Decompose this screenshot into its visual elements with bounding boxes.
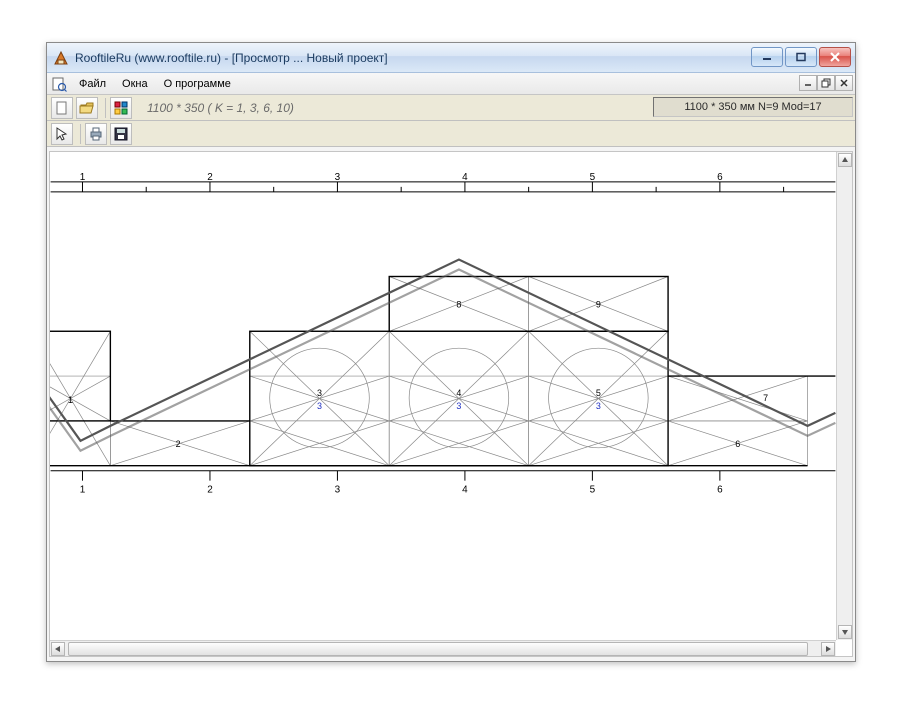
svg-text:3: 3 [317, 388, 322, 398]
new-file-icon [54, 100, 70, 116]
svg-text:7: 7 [763, 393, 768, 403]
ruler-b4: 4 [462, 485, 468, 496]
dimensions-label: 1100 * 350 ( K = 1, 3, 6, 10) [147, 101, 294, 115]
pointer-tool-button[interactable] [51, 123, 73, 145]
cursor-icon [54, 126, 70, 142]
menu-windows[interactable]: Окна [114, 76, 156, 92]
ruler-bottom: 1 2 3 4 5 6 [51, 471, 836, 496]
svg-text:4: 4 [456, 388, 461, 398]
tile-7: 7 [668, 376, 807, 421]
scroll-down-button[interactable] [838, 625, 852, 639]
minimize-button[interactable] [751, 47, 783, 67]
close-button[interactable] [819, 47, 851, 67]
ruler-b6: 6 [717, 485, 723, 496]
svg-text:1: 1 [68, 395, 73, 405]
status-text: 1100 * 350 мм N=9 Mod=17 [684, 101, 821, 113]
tile-settings-button[interactable] [110, 97, 132, 119]
print-button[interactable] [85, 123, 107, 145]
ruler-b1: 1 [80, 485, 86, 496]
scroll-up-button[interactable] [838, 153, 852, 167]
ruler-t5: 5 [590, 172, 596, 183]
status-panel: 1100 * 350 мм N=9 Mod=17 [653, 97, 853, 117]
ruler-t3: 3 [335, 172, 341, 183]
scroll-thumb[interactable] [68, 642, 808, 656]
toolbar-main: 1100 * 350 ( K = 1, 3, 6, 10) 1100 * 350… [47, 95, 855, 121]
tile-6: 6 [668, 421, 807, 466]
svg-text:3: 3 [596, 401, 601, 411]
printer-icon [88, 126, 104, 142]
mdi-controls [799, 75, 853, 91]
app-window: RooftileRu (www.rooftile.ru) - [Просмотр… [46, 42, 856, 662]
tile-2: 2 [110, 421, 249, 466]
ruler-b3: 3 [335, 485, 341, 496]
new-button[interactable] [51, 97, 73, 119]
scroll-right-button[interactable] [821, 642, 835, 656]
toolbar-view [47, 121, 855, 147]
tile-grid-icon [113, 100, 129, 116]
svg-text:3: 3 [317, 401, 322, 411]
tile-8: 8 [389, 276, 528, 331]
menubar: Файл Окна О программе [47, 73, 855, 95]
tile-layout: 1 2 [50, 276, 835, 465]
ruler-b2: 2 [207, 485, 213, 496]
tile-5: 5 3 [529, 331, 668, 465]
toolbar-separator [80, 124, 81, 144]
roof-profile [50, 260, 835, 441]
canvas-viewport[interactable]: 1 2 3 4 5 6 1 2 3 [50, 152, 836, 640]
roof-canvas: 1 2 3 4 5 6 1 2 3 [50, 152, 836, 640]
open-folder-icon [79, 100, 95, 116]
scroll-left-button[interactable] [51, 642, 65, 656]
client-area: 1 2 3 4 5 6 1 2 3 [49, 151, 853, 657]
ruler-t6: 6 [717, 172, 723, 183]
window-title: RooftileRu (www.rooftile.ru) - [Просмотр… [75, 51, 388, 65]
roof-profile-shadow [50, 270, 835, 451]
ruler-b5: 5 [590, 485, 596, 496]
document-icon [51, 76, 67, 92]
titlebar: RooftileRu (www.rooftile.ru) - [Просмотр… [47, 43, 855, 73]
menu-file[interactable]: Файл [71, 76, 114, 92]
svg-text:6: 6 [735, 439, 740, 449]
ruler-t1: 1 [80, 172, 86, 183]
floppy-disk-icon [113, 126, 129, 142]
tile-1: 1 [50, 331, 110, 465]
tile-3: 3 3 [250, 331, 389, 465]
ruler-t4: 4 [462, 172, 468, 183]
window-controls [751, 47, 851, 67]
mdi-close-button[interactable] [835, 75, 853, 91]
ruler-top: 1 2 3 4 5 6 [51, 172, 836, 192]
open-button[interactable] [76, 97, 98, 119]
maximize-button[interactable] [785, 47, 817, 67]
svg-text:3: 3 [456, 401, 461, 411]
menu-about[interactable]: О программе [156, 76, 239, 92]
svg-text:9: 9 [596, 299, 601, 309]
mdi-restore-button[interactable] [817, 75, 835, 91]
svg-text:5: 5 [596, 388, 601, 398]
horizontal-scrollbar[interactable] [50, 640, 836, 656]
tile-4: 4 3 [389, 331, 528, 465]
vertical-scrollbar[interactable] [836, 152, 852, 640]
app-icon [53, 50, 69, 66]
svg-text:2: 2 [176, 439, 181, 449]
svg-text:8: 8 [456, 299, 461, 309]
save-button[interactable] [110, 123, 132, 145]
mdi-minimize-button[interactable] [799, 75, 817, 91]
toolbar-separator [105, 98, 106, 118]
ruler-t2: 2 [207, 172, 213, 183]
